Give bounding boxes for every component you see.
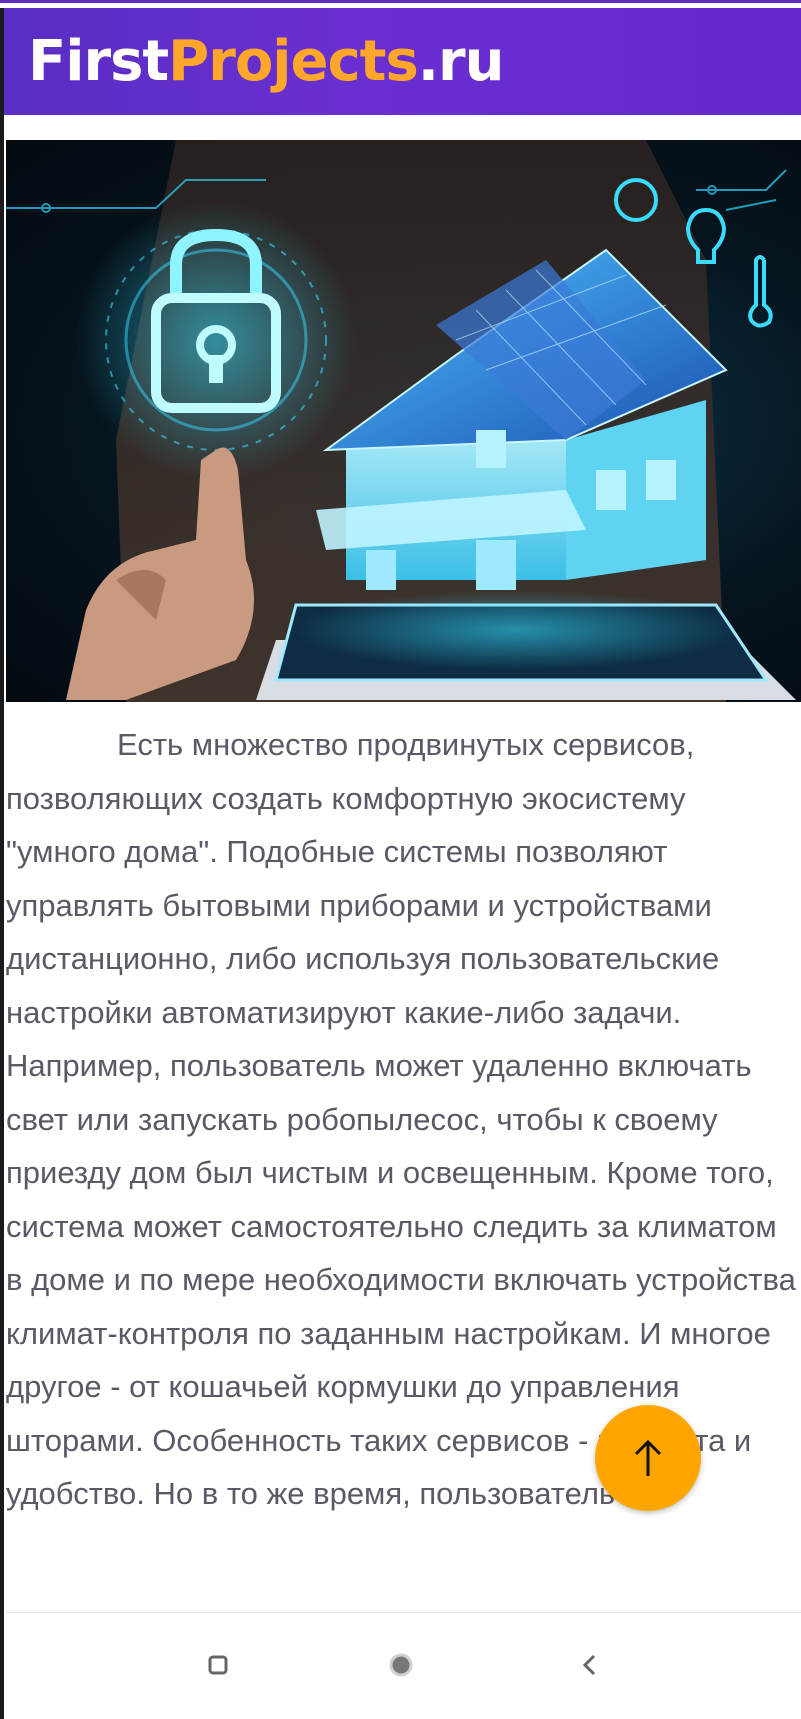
logo-projects: Projects: [168, 28, 419, 94]
logo-ru: .ru: [417, 28, 505, 94]
recents-square-icon: [208, 1655, 228, 1675]
logo-first: First: [28, 28, 169, 94]
home-button[interactable]: [371, 1635, 431, 1695]
recents-button[interactable]: [188, 1635, 248, 1695]
system-navigation-bar: [4, 1613, 801, 1719]
back-button[interactable]: [560, 1635, 620, 1695]
padlock-icon: [76, 200, 356, 480]
back-chevron-icon: [582, 1654, 596, 1676]
site-logo[interactable]: FirstProjects.ru: [28, 33, 505, 90]
arrow-up-icon: [634, 1439, 662, 1476]
screen: FirstProjects.ru Есть множество продвину…: [0, 0, 801, 1719]
smart-home-illustration: [6, 140, 796, 702]
thermometer-icon: [748, 255, 773, 328]
status-strip: [0, 0, 801, 8]
hero-image: [6, 140, 801, 702]
home-circle-icon: [389, 1653, 413, 1677]
scroll-to-top-button[interactable]: [595, 1405, 701, 1511]
screen-edge: [0, 0, 4, 1719]
site-header: FirstProjects.ru: [4, 8, 801, 115]
